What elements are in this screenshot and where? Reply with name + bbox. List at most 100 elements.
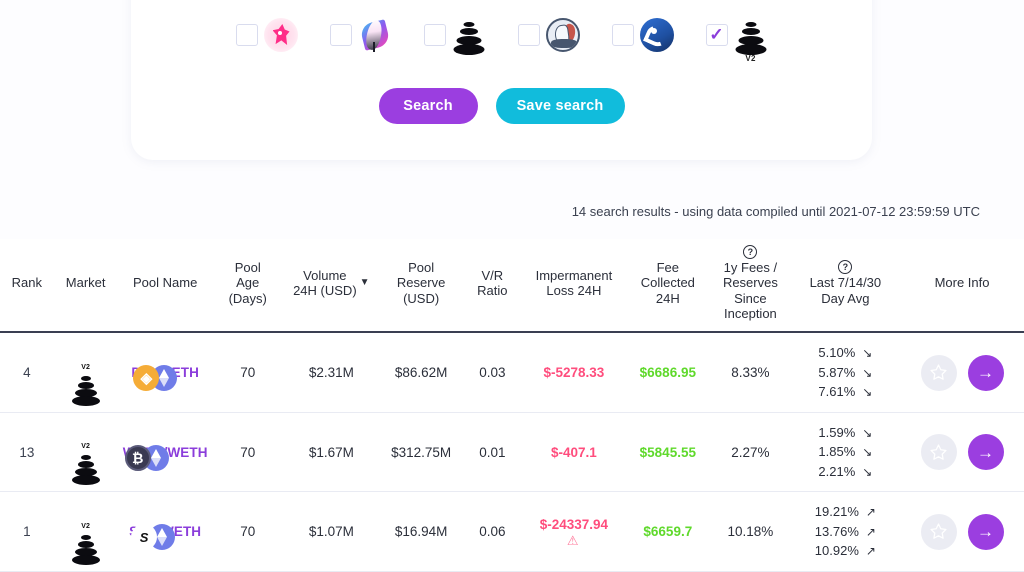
open-details-button[interactable]: → xyxy=(967,354,1004,391)
favorite-button[interactable] xyxy=(920,513,957,550)
cell-volume-24h: $1.07M xyxy=(282,491,380,572)
pool-results-table: Rank Market Pool Name Pool Age (Days) Volume 24… xyxy=(0,239,1024,572)
help-icon[interactable]: ? xyxy=(743,245,758,259)
column-header-label: Inception xyxy=(724,305,777,321)
checkbox-balancer-v2[interactable]: ✓ xyxy=(705,24,728,46)
cell-vr-ratio: 0.06 xyxy=(462,491,523,572)
trend-down-icon: ↘ xyxy=(862,365,873,380)
checkbox-uniswap-v2[interactable]: ✓ xyxy=(235,24,258,46)
cell-pool-name[interactable]: ◈DAI/WETH xyxy=(117,332,213,413)
cell-more-info: → xyxy=(900,491,1024,572)
column-header-label: Market xyxy=(65,275,106,291)
cell-pool-reserve: $16.94M xyxy=(379,491,463,572)
market-option-balancer-v1[interactable]: ✓ xyxy=(423,18,486,55)
fee-collected-value: $6686.95 xyxy=(639,365,696,381)
column-header-label: More Info xyxy=(934,275,990,291)
column-header-label: Collected xyxy=(640,275,695,291)
avg-7day: 1.59% ↘ xyxy=(818,424,873,440)
cell-fee-collected: $5845.55 xyxy=(625,412,711,493)
column-header-label: Day Avg xyxy=(821,290,870,306)
balancer-logo-icon: V2 xyxy=(734,18,768,63)
column-header-label: 24H (USD) xyxy=(293,283,357,299)
column-header-pool_age[interactable]: Pool Age (Days) xyxy=(212,239,283,334)
impermanent-loss-value: $-407.1 xyxy=(550,444,597,460)
impermanent-loss-value: $-5278.33 xyxy=(543,365,605,381)
column-header-label: (USD) xyxy=(403,290,440,306)
balancer-version-tag: V2 xyxy=(745,54,756,63)
checkbox-balancer-v1[interactable]: ✓ xyxy=(423,24,446,46)
column-header-fee_collected[interactable]: Fee Collected 24H xyxy=(625,239,711,334)
warning-icon xyxy=(567,534,581,547)
column-header-vr_ratio[interactable]: V/R Ratio xyxy=(462,239,523,334)
column-header-label: Last 7/14/30 xyxy=(809,275,882,291)
table-row[interactable]: 4 V2 ◈DAI/WETH70$2.31M$86.62M0.03 $-5278.33… xyxy=(0,332,1024,413)
column-header-label: Loss 24H xyxy=(546,283,602,299)
cell-fees-reserves: 8.33% xyxy=(710,332,791,413)
column-header-last_avg[interactable]: ? Last 7/14/30 Day Avg xyxy=(790,239,901,334)
column-header-market[interactable]: Market xyxy=(53,239,118,334)
sushiswap-logo-icon xyxy=(358,18,392,52)
favorite-button[interactable] xyxy=(920,354,957,391)
average-list: 19.21% ↗ 13.76% ↗ 10.92% ↗ xyxy=(815,502,876,561)
column-header-pool_name[interactable]: Pool Name xyxy=(117,239,213,334)
cell-more-info: → xyxy=(900,412,1024,493)
cell-pool-reserve: $312.75M xyxy=(379,412,463,493)
market-option-bancor[interactable]: ✓ xyxy=(611,18,674,52)
checkbox-dodo[interactable]: ✓ xyxy=(517,24,540,46)
cell-last-averages: 19.21% ↗ 13.76% ↗ 10.92% ↗ xyxy=(790,491,901,572)
column-header-rank[interactable]: Rank xyxy=(0,239,54,334)
avg-30day: 2.21% ↘ xyxy=(818,463,873,479)
uniswap-logo-icon xyxy=(263,18,298,52)
column-header-label: Fee xyxy=(656,260,680,276)
cell-pool-name[interactable]: SSNX/WETH xyxy=(117,491,213,572)
market-option-uniswap-v2[interactable]: ✓ xyxy=(235,18,298,52)
cell-fee-collected: $6686.95 xyxy=(625,332,711,413)
cell-vr-ratio: 0.03 xyxy=(462,332,523,413)
column-header-label: Reserves xyxy=(722,275,778,291)
column-header-label: Age xyxy=(236,275,260,291)
cell-last-averages: 5.10% ↘ 5.87% ↘ 7.61% ↘ xyxy=(790,332,901,413)
market-option-dodo[interactable]: ✓ xyxy=(517,18,580,52)
open-details-button[interactable]: → xyxy=(967,513,1004,550)
column-header-label: V/R xyxy=(481,267,504,283)
cell-rank: 1 xyxy=(0,491,54,572)
avg-7day: 19.21% ↗ xyxy=(814,504,876,520)
open-details-button[interactable]: → xyxy=(967,434,1004,471)
table-row[interactable]: 1 V2 SSNX/WETH70$1.07M$16.94M0.06 $-24337.9… xyxy=(0,491,1024,572)
search-button[interactable]: Search xyxy=(378,88,478,124)
balancer-version-tag: V2 xyxy=(81,443,91,451)
table-header: Rank Market Pool Name Pool Age (Days) Volume 24… xyxy=(0,239,1024,334)
table-body: 4V2◈DAI/WETH70$2.31M$86.62M0.03$-5278.33… xyxy=(0,332,1024,572)
column-header-volume_24h[interactable]: Volume 24H (USD) ▼ xyxy=(282,239,380,334)
star-icon xyxy=(930,443,947,460)
arrow-right-icon: → xyxy=(977,522,995,542)
cell-pool-name[interactable]: ₿WBTC/WETH xyxy=(117,412,213,493)
column-header-pool_reserve[interactable]: Pool Reserve (USD) xyxy=(379,239,463,334)
column-header-label: Pool xyxy=(408,260,435,276)
checkbox-sushiswap[interactable]: ✓ xyxy=(329,24,352,46)
save-search-button[interactable]: Save search xyxy=(495,88,625,124)
cell-impermanent-loss: $-5278.33 xyxy=(522,332,626,413)
table-row[interactable]: 13 V2 ₿WBTC/WETH70$1.67M$312.75M0.01 $-407.… xyxy=(0,412,1024,493)
column-header-label: Rank xyxy=(11,275,43,291)
cell-market: V2 xyxy=(53,412,118,493)
check-icon: ✓ xyxy=(709,24,724,44)
market-option-sushiswap[interactable]: ✓ xyxy=(329,18,392,52)
column-header-label: (Days) xyxy=(228,290,267,306)
avg-7day: 5.10% ↘ xyxy=(818,345,873,361)
fee-collected-value: $6659.7 xyxy=(643,524,693,540)
cell-more-info: → xyxy=(900,332,1024,413)
column-header-impermanent_loss[interactable]: Impermanent Loss 24H xyxy=(522,239,626,334)
balancer-logo-icon xyxy=(452,18,486,55)
help-icon[interactable]: ? xyxy=(838,260,853,275)
column-header-fees_reserves[interactable]: ? 1y Fees / Reserves Since Inception xyxy=(710,239,791,334)
favorite-button[interactable] xyxy=(920,434,957,471)
market-option-balancer-v2[interactable]: ✓ V2 xyxy=(705,18,768,63)
market-checkbox-row: ✓ ✓ ✓ ✓ ✓ ✓ V2 xyxy=(131,18,872,63)
arrow-right-icon: → xyxy=(977,442,995,462)
trend-down-icon: ↘ xyxy=(862,346,873,361)
cell-market: V2 xyxy=(53,491,118,572)
checkbox-bancor[interactable]: ✓ xyxy=(611,24,634,46)
sort-descending-icon[interactable]: ▼ xyxy=(360,277,370,289)
column-header-more_info[interactable]: More Info xyxy=(900,239,1024,334)
